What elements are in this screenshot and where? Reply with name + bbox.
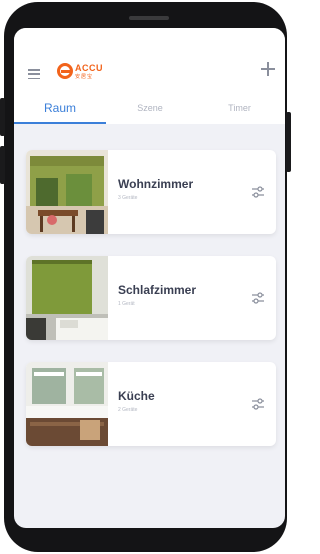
- app-logo: ACCU 安居宝: [57, 61, 117, 81]
- tab-szene[interactable]: Szene: [106, 96, 194, 124]
- room-name: Schlafzimmer: [118, 283, 197, 297]
- room-photo-wohnzimmer: [26, 150, 108, 234]
- logo-brand: ACCU: [75, 63, 103, 73]
- sliders-icon[interactable]: [250, 396, 266, 412]
- hamburger-menu-icon[interactable]: [28, 69, 40, 80]
- power-button: [286, 112, 291, 172]
- app-screen: ACCU 安居宝 Raum Szene Timer Wohnzimmer 3 G…: [14, 28, 285, 528]
- room-device-count: 2 Geräte: [118, 407, 138, 413]
- room-name: Küche: [118, 389, 155, 403]
- room-name: Wohnzimmer: [118, 177, 194, 191]
- tab-raum[interactable]: Raum: [14, 96, 106, 124]
- tab-bar: Raum Szene Timer: [14, 96, 285, 124]
- logo-e-mark: [57, 63, 73, 79]
- volume-up-button: [0, 98, 5, 136]
- room-card-wohnzimmer[interactable]: Wohnzimmer 3 Geräte: [26, 150, 276, 234]
- tab-timer[interactable]: Timer: [194, 96, 285, 124]
- sliders-icon[interactable]: [250, 290, 266, 306]
- room-device-count: 1 Gerät: [118, 301, 135, 307]
- room-photo-schlafzimmer: [26, 256, 108, 340]
- app-header: ACCU 安居宝 Raum Szene Timer: [14, 28, 285, 124]
- speaker-grille: [129, 16, 169, 20]
- room-device-count: 3 Geräte: [118, 195, 138, 201]
- room-photo-kueche: [26, 362, 108, 446]
- logo-subtitle: 安居宝: [75, 74, 94, 80]
- room-card-kueche[interactable]: Küche 2 Geräte: [26, 362, 276, 446]
- sliders-icon[interactable]: [250, 184, 266, 200]
- room-card-schlafzimmer[interactable]: Schlafzimmer 1 Gerät: [26, 256, 276, 340]
- plus-icon[interactable]: [261, 62, 275, 76]
- phone-frame: ACCU 安居宝 Raum Szene Timer Wohnzimmer 3 G…: [0, 2, 291, 552]
- active-tab-indicator: [14, 122, 106, 124]
- volume-down-button: [0, 146, 5, 184]
